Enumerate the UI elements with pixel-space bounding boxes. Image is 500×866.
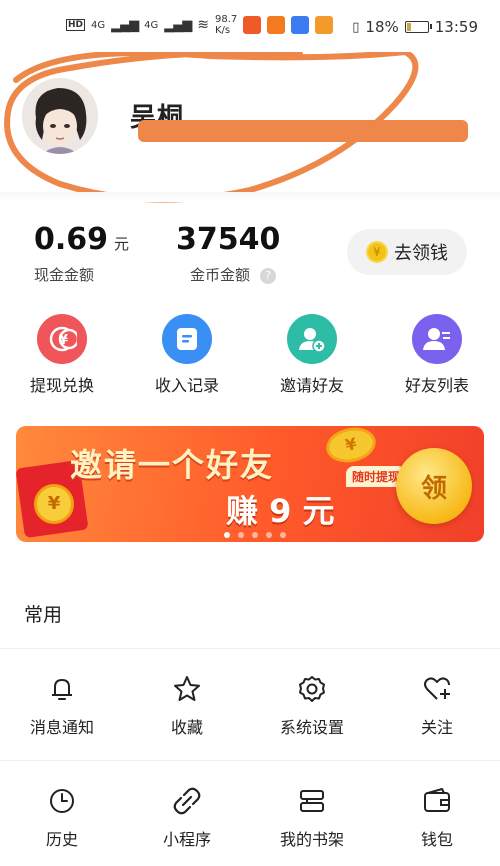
tool-mini-programs[interactable]: 小程序	[127, 786, 247, 850]
link-icon	[173, 787, 201, 815]
speed-value: 98.7	[215, 14, 238, 25]
help-icon[interactable]: ?	[260, 267, 277, 284]
avatar[interactable]	[22, 78, 98, 154]
tool-label: 关注	[420, 718, 453, 737]
coin-balance[interactable]: 37540	[176, 222, 280, 257]
withdraw-button-label: 去领钱	[394, 243, 448, 264]
action-icon-circle	[412, 314, 462, 364]
heart-plus-icon	[424, 677, 450, 700]
profile-header[interactable]: 吴桐	[0, 52, 500, 203]
app-notification-icon-1	[243, 16, 262, 34]
tool-label: 钱包	[420, 830, 453, 849]
tool-label: 历史	[45, 830, 78, 849]
clock-icon	[50, 789, 74, 813]
wifi-icon: ≋	[197, 17, 209, 33]
add-user-icon	[299, 328, 326, 353]
tool-label: 消息通知	[29, 718, 94, 737]
tool-label: 小程序	[162, 830, 211, 849]
tool-label: 我的书架	[279, 830, 344, 849]
gear-icon	[299, 676, 325, 702]
invite-banner[interactable]: ¥ ¥ 邀请一个好友 随时提现 赚 9 元 领	[16, 426, 484, 542]
action-income-record[interactable]: 收入记录	[137, 314, 237, 396]
app-notification-icon-4	[315, 16, 334, 34]
carousel-dots	[224, 532, 286, 538]
action-label: 提现兑换	[29, 376, 94, 395]
status-right: ▯ 18% 13:59	[352, 18, 478, 36]
coin-icon: ¥	[366, 241, 388, 263]
tool-favorites[interactable]: 收藏	[127, 674, 247, 738]
svg-text:¥: ¥	[59, 333, 68, 348]
cash-unit: 元	[114, 235, 130, 253]
coin-icon: ¥	[49, 326, 77, 352]
document-icon	[177, 328, 197, 350]
tool-notifications[interactable]: 消息通知	[2, 674, 122, 738]
cash-balance[interactable]: 0.69 元	[34, 222, 129, 257]
signal-icon-2: ▂▄▆	[164, 17, 192, 33]
network-2: 4G	[144, 19, 159, 31]
tool-follow[interactable]: 关注	[377, 674, 497, 738]
app-notification-icon-2	[267, 16, 286, 34]
carousel-dot[interactable]	[252, 532, 258, 538]
carousel-dot[interactable]	[224, 532, 230, 538]
action-icon-circle	[287, 314, 337, 364]
bookshelf-icon	[300, 790, 324, 812]
bell-icon	[52, 679, 72, 700]
hd-icon: HD	[66, 19, 86, 31]
coin-icon: ¥	[323, 426, 379, 467]
carousel-dot[interactable]	[266, 532, 272, 538]
tool-bookshelf[interactable]: 我的书架	[252, 786, 372, 850]
banner-title: 邀请一个好友	[70, 446, 275, 484]
app-notification-icon-3	[291, 16, 310, 34]
star-icon	[174, 676, 200, 701]
user-list-icon	[423, 328, 450, 350]
coin-icon: ¥	[34, 484, 74, 524]
cash-label: 现金金额	[34, 266, 95, 284]
signal-icon: ▂▄▆	[111, 17, 139, 33]
battery-fill	[406, 23, 411, 31]
tool-history[interactable]: 历史	[2, 786, 122, 850]
wallet-icon	[424, 788, 450, 812]
action-label: 邀请好友	[279, 376, 344, 395]
header-divider	[0, 192, 500, 202]
tool-wallet[interactable]: 钱包	[377, 786, 497, 850]
network-1: 4G	[91, 19, 106, 31]
row-divider	[0, 760, 500, 761]
coin-label-row: 金币金额?	[190, 264, 277, 285]
carousel-dot[interactable]	[280, 532, 286, 538]
action-icon-circle: ¥	[37, 314, 87, 364]
action-friend-list[interactable]: 好友列表	[387, 314, 487, 396]
action-label: 收入记录	[154, 376, 219, 395]
banner-subtitle: 赚 9 元	[226, 492, 335, 530]
battery-percent: 18%	[365, 18, 399, 36]
action-icon-circle	[162, 314, 212, 364]
coin-value: 37540	[176, 222, 281, 257]
withdraw-button[interactable]: ¥ 去领钱	[347, 229, 467, 275]
status-left: HD 4G ▂▄▆ 4G ▂▄▆ ≋ 98.7 K/s	[66, 14, 334, 36]
section-divider	[0, 648, 500, 649]
avatar-illustration	[22, 78, 98, 154]
clock-time: 13:59	[434, 18, 478, 36]
username-redaction	[138, 120, 468, 142]
tool-label: 系统设置	[279, 718, 344, 737]
speed-unit: K/s	[215, 25, 231, 36]
action-withdraw-exchange[interactable]: ¥ 提现兑换	[12, 314, 112, 396]
battery-icon	[404, 21, 432, 33]
network-speed: 98.7 K/s	[215, 14, 237, 36]
coin-label: 金币金额	[190, 266, 251, 284]
action-label: 好友列表	[404, 376, 469, 395]
section-title-common: 常用	[24, 604, 63, 626]
cash-value: 0.69	[34, 222, 109, 257]
action-invite-friend[interactable]: 邀请好友	[262, 314, 362, 396]
claim-coin-button[interactable]: 领	[396, 448, 472, 524]
tool-settings[interactable]: 系统设置	[252, 674, 372, 738]
tool-label: 收藏	[170, 718, 203, 737]
vibrate-icon: ▯	[352, 19, 360, 35]
status-bar: HD 4G ▂▄▆ 4G ▂▄▆ ≋ 98.7 K/s ▯ 18% 13:59	[0, 0, 500, 52]
carousel-dot[interactable]	[238, 532, 244, 538]
